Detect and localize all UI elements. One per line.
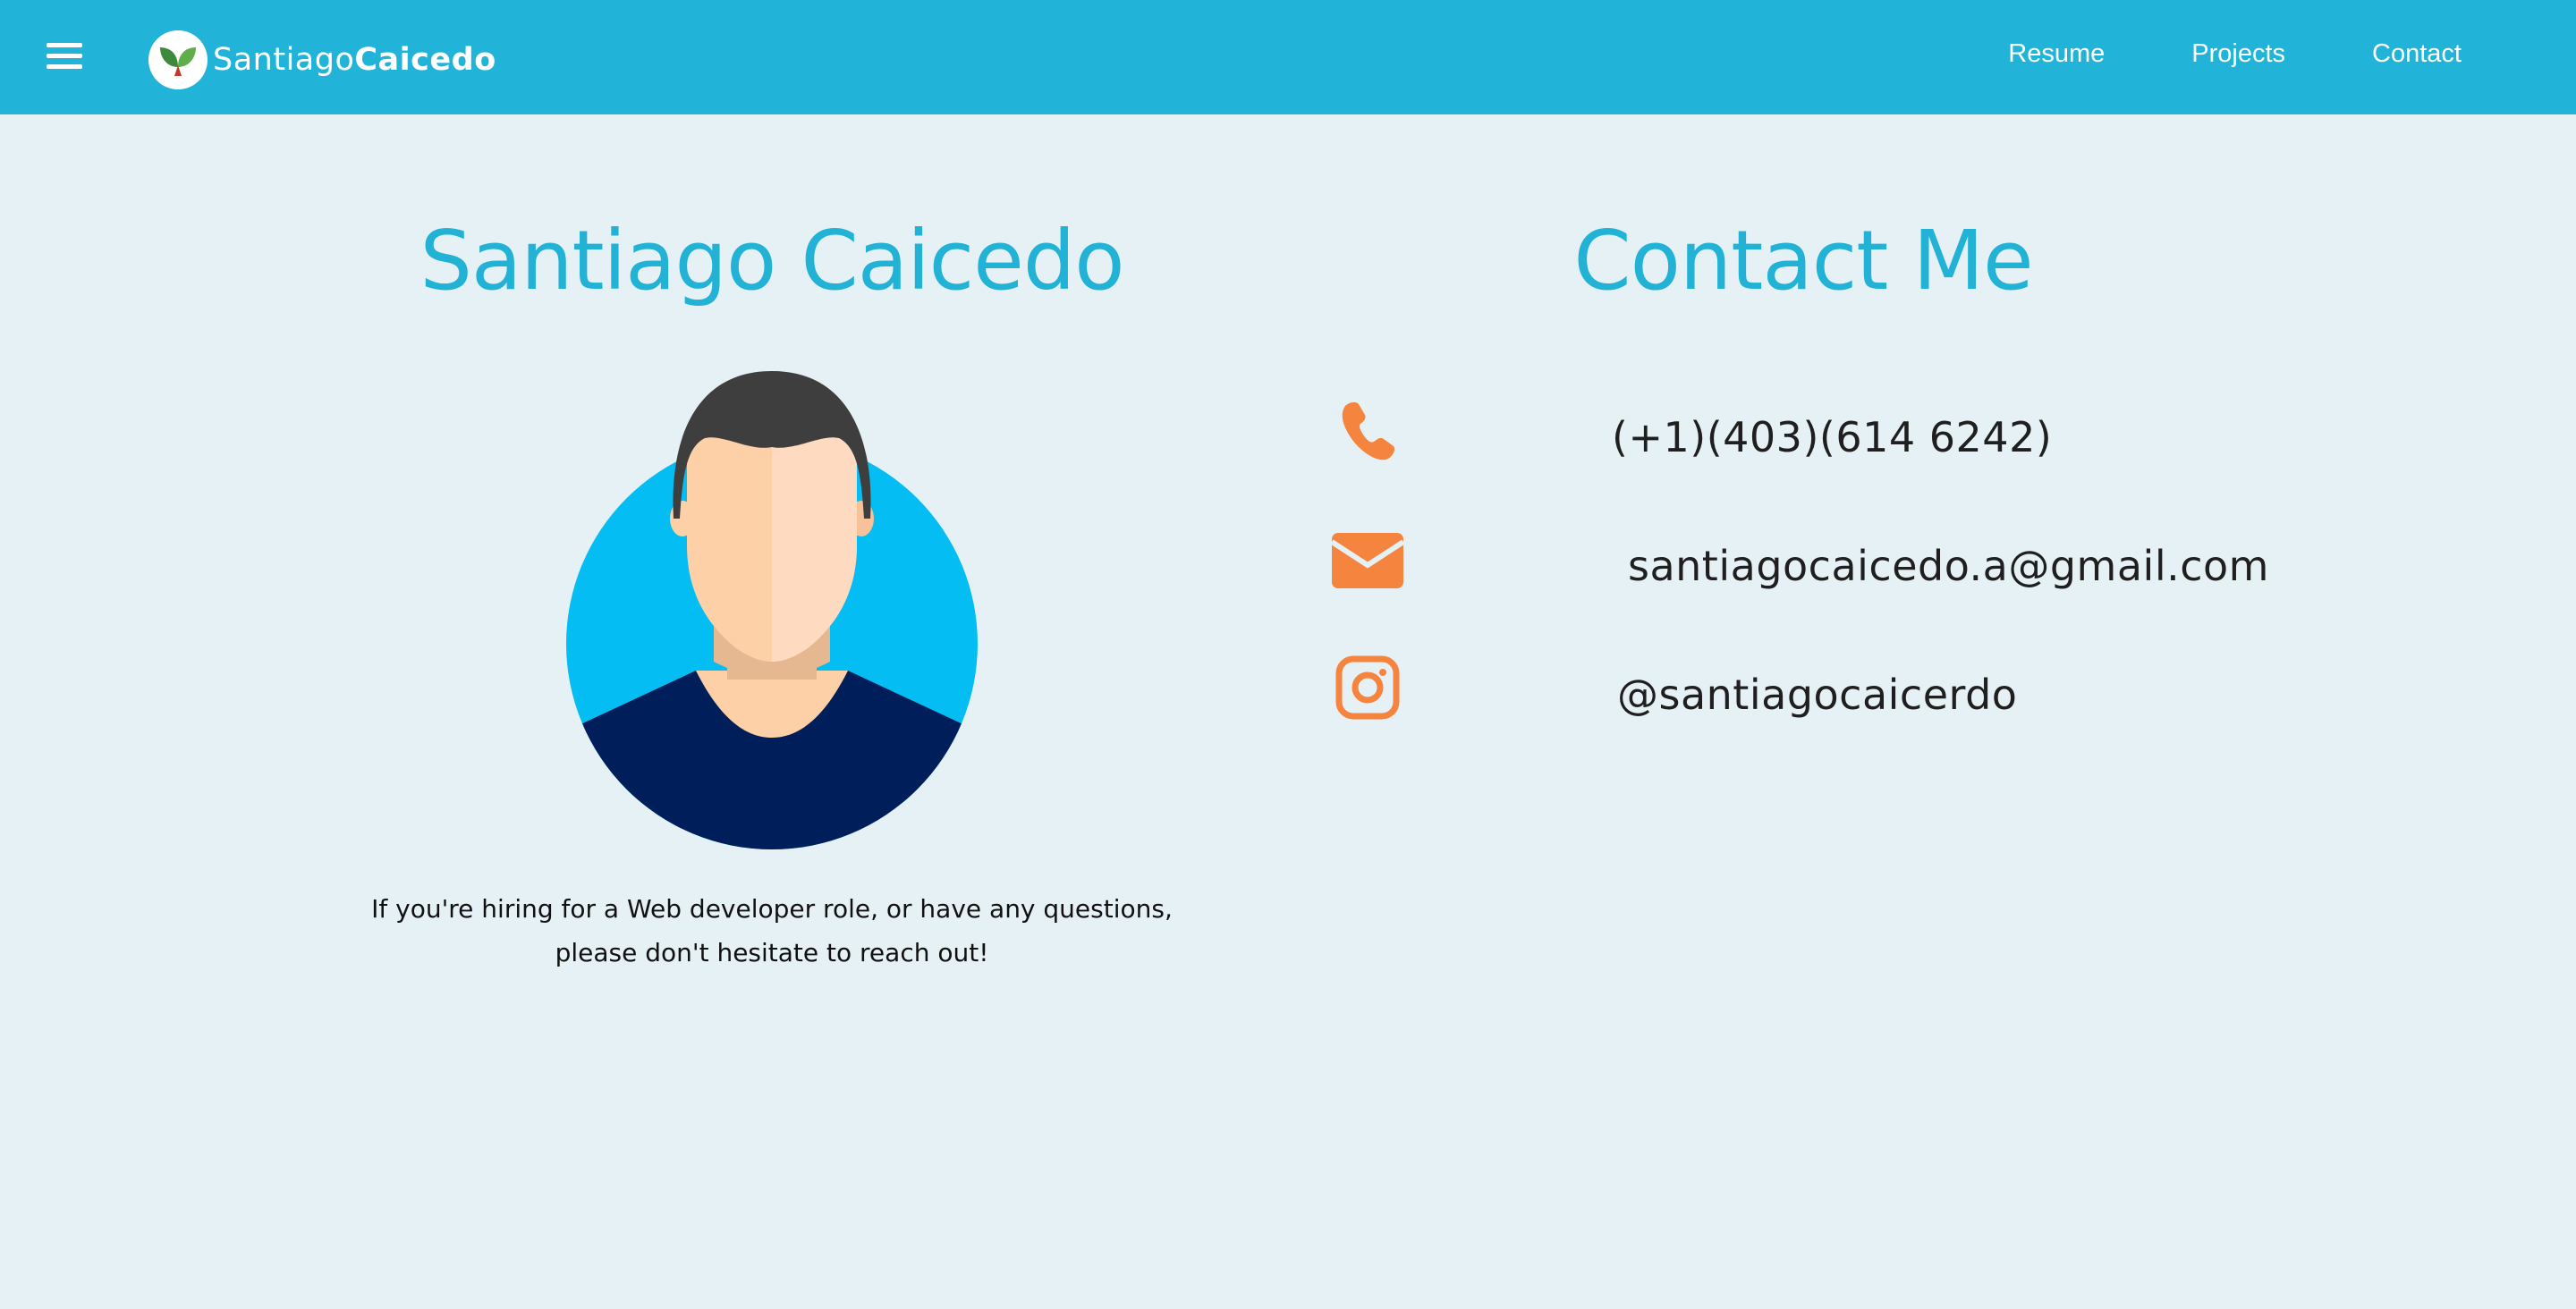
bio-text: If you're hiring for a Web developer rol… xyxy=(342,887,1202,975)
avatar-illustration xyxy=(562,367,982,857)
contact-section: Contact Me xyxy=(1445,211,2161,311)
nav-link-contact[interactable]: Contact xyxy=(2372,39,2462,69)
phone-icon[interactable] xyxy=(1329,392,1406,469)
nav-links: Resume Projects Contact xyxy=(1921,39,2462,69)
nav-link-resume[interactable]: Resume xyxy=(2008,39,2105,69)
instagram-handle[interactable]: @santiagocaicerdo xyxy=(1617,671,2017,719)
instagram-icon[interactable] xyxy=(1329,649,1406,726)
brand-name: SantiagoCaicedo xyxy=(213,42,496,78)
bio-line-1: If you're hiring for a Web developer rol… xyxy=(371,894,1173,924)
profile-name-heading: Santiago Caicedo xyxy=(419,213,1124,308)
profile-section: Santiago Caicedo xyxy=(342,211,1202,311)
email-address[interactable]: santiagocaicedo.a@gmail.com xyxy=(1628,542,2269,590)
contact-heading: Contact Me xyxy=(1573,213,2033,308)
bio-line-2: please don't hesitate to reach out! xyxy=(555,938,989,967)
brand-first-name: Santiago xyxy=(213,42,355,78)
contact-item-phone xyxy=(1329,392,1406,469)
brand-home-link[interactable]: SantiagoCaicedo xyxy=(148,30,496,89)
hamburger-menu-icon[interactable] xyxy=(47,43,82,73)
contact-item-email xyxy=(1329,522,1406,599)
top-navbar: SantiagoCaicedo Resume Projects Contact xyxy=(0,0,2576,114)
nav-link-projects[interactable]: Projects xyxy=(2191,39,2285,69)
envelope-icon[interactable] xyxy=(1329,522,1406,599)
brand-last-name: Caicedo xyxy=(354,42,496,78)
sprout-logo-icon xyxy=(148,30,208,89)
phone-number[interactable]: (+1)(403)(614 6242) xyxy=(1612,413,2052,461)
contact-item-instagram xyxy=(1329,649,1406,726)
